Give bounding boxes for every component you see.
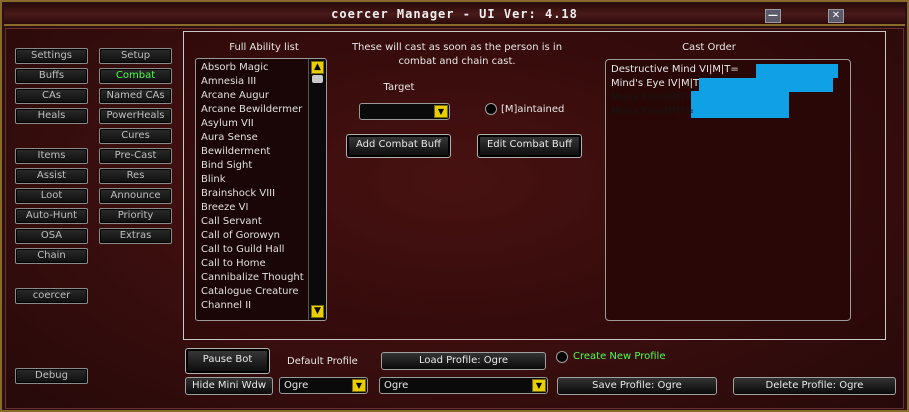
- res-button[interactable]: Res: [99, 168, 172, 184]
- combat-tab-button[interactable]: Combat: [99, 68, 172, 84]
- target-label: Target: [383, 82, 415, 93]
- save-profile-button[interactable]: Save Profile: Ogre: [557, 377, 717, 395]
- ability-list[interactable]: Absorb Magic Amnesia III Arcane Augur Ar…: [195, 58, 327, 321]
- ability-list-heading: Full Ability list: [229, 42, 299, 53]
- cast-order-list[interactable]: Destructive Mind VI|M|T= Mind's Eye IV|M…: [605, 59, 851, 321]
- auto-hunt-button[interactable]: Auto-Hunt: [15, 208, 88, 224]
- edit-combat-buff-button[interactable]: Edit Combat Buff: [477, 134, 582, 158]
- cast-item-label: Mana Flow|M|T=: [611, 106, 695, 117]
- debug-button[interactable]: Debug: [15, 368, 88, 384]
- loot-button[interactable]: Loot: [15, 188, 88, 204]
- pre-cast-button[interactable]: Pre-Cast: [99, 148, 172, 164]
- chevron-down-icon[interactable]: ▼: [532, 379, 546, 392]
- list-item[interactable]: Mana Flow|M|T=: [606, 105, 850, 119]
- minimize-button[interactable]: —: [765, 9, 781, 23]
- create-new-profile-label: Create New Profile: [573, 351, 666, 362]
- osa-button[interactable]: OSA: [15, 228, 88, 244]
- cast-item-label: Destructive Mind VI|M|T=: [611, 64, 739, 75]
- list-item[interactable]: Destructive Mind VI|M|T=: [606, 63, 850, 78]
- chevron-down-icon[interactable]: ▼: [434, 105, 448, 118]
- delete-profile-button[interactable]: Delete Profile: Ogre: [733, 377, 896, 395]
- assist-button[interactable]: Assist: [15, 168, 88, 184]
- default-profile-dropdown[interactable]: Ogre ▼: [279, 377, 368, 394]
- hide-mini-window-button[interactable]: Hide Mini Wdw: [185, 377, 273, 395]
- items-button[interactable]: Items: [15, 148, 88, 164]
- heals-button[interactable]: Heals: [15, 108, 88, 124]
- cast-order-heading: Cast Order: [682, 42, 736, 53]
- announce-button[interactable]: Announce: [99, 188, 172, 204]
- close-button[interactable]: ✕: [828, 9, 844, 23]
- create-new-profile-radio[interactable]: [556, 351, 568, 363]
- scroll-down-icon[interactable]: ▼: [311, 305, 324, 318]
- character-name-button[interactable]: coercer: [15, 288, 88, 304]
- target-dropdown[interactable]: ▼: [359, 103, 450, 120]
- extras-button[interactable]: Extras: [99, 228, 172, 244]
- pause-bot-button[interactable]: Pause Bot: [185, 348, 270, 374]
- profile-dropdown[interactable]: Ogre ▼: [379, 377, 548, 394]
- list-item[interactable]: Mana Flow|M|T=: [606, 91, 850, 118]
- list-item[interactable]: Mind's Eye IV|M|T=: [606, 77, 850, 92]
- default-profile-label: Default Profile: [287, 356, 358, 367]
- chain-button[interactable]: Chain: [15, 248, 88, 264]
- settings-button[interactable]: Settings: [15, 48, 88, 64]
- scroll-up-icon[interactable]: ▲: [311, 61, 324, 74]
- setup-button[interactable]: Setup: [99, 48, 172, 64]
- cures-button[interactable]: Cures: [99, 128, 172, 144]
- add-combat-buff-button[interactable]: Add Combat Buff: [346, 134, 451, 158]
- powerheals-button[interactable]: PowerHeals: [99, 108, 172, 124]
- maintained-label: [M]aintained: [501, 104, 565, 115]
- default-profile-value: Ogre: [284, 380, 309, 391]
- cast-item-label: Mana Flow|M|T=: [611, 92, 695, 103]
- maintained-radio[interactable]: [485, 103, 497, 115]
- info-text-line2: combat and chain cast.: [398, 56, 516, 67]
- scroll-thumb[interactable]: [312, 75, 323, 83]
- priority-button[interactable]: Priority: [99, 208, 172, 224]
- info-text-line1: These will cast as soon as the person is…: [351, 42, 563, 53]
- cast-item-label: Mind's Eye IV|M|T=: [611, 78, 708, 89]
- profile-value: Ogre: [384, 380, 409, 391]
- redaction-bar: [699, 78, 833, 92]
- ability-list-scrollbar[interactable]: ▲ ▼: [308, 59, 326, 320]
- chevron-down-icon[interactable]: ▼: [352, 379, 366, 392]
- named-cas-button[interactable]: Named CAs: [99, 88, 172, 104]
- buffs-button[interactable]: Buffs: [15, 68, 88, 84]
- load-profile-button[interactable]: Load Profile: Ogre: [381, 352, 546, 370]
- redaction-bar: [756, 64, 838, 78]
- cas-button[interactable]: CAs: [15, 88, 88, 104]
- title-bar[interactable]: coercer Manager - UI Ver: 4.18 — ✕: [4, 4, 905, 26]
